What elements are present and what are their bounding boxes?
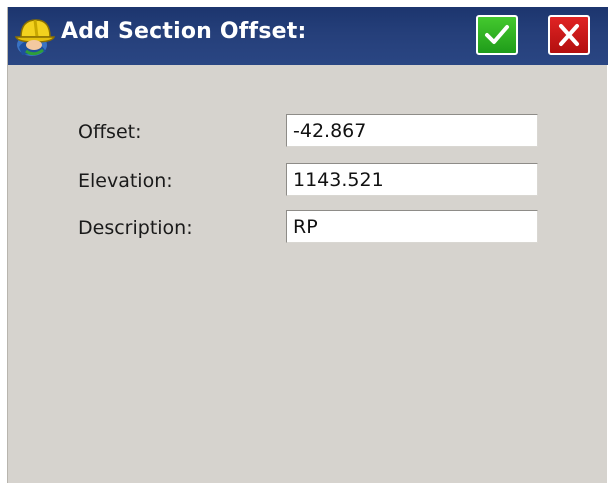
checkmark-icon: [485, 25, 509, 44]
window-title: Add Section Offset:: [61, 19, 307, 44]
cancel-button[interactable]: [548, 15, 590, 55]
ok-button[interactable]: [476, 15, 518, 55]
elevation-label: Elevation:: [78, 170, 173, 192]
title-bar: Add Section Offset:: [8, 7, 608, 65]
description-input[interactable]: [286, 210, 538, 243]
close-x-icon: [559, 24, 579, 46]
offset-input[interactable]: [286, 114, 538, 147]
description-label: Description:: [78, 217, 193, 239]
elevation-input[interactable]: [286, 163, 538, 196]
dialog-window: Add Section Offset: Offset: Elevation: D…: [7, 7, 608, 483]
offset-label: Offset:: [78, 121, 142, 143]
hardhat-icon: [12, 15, 56, 57]
